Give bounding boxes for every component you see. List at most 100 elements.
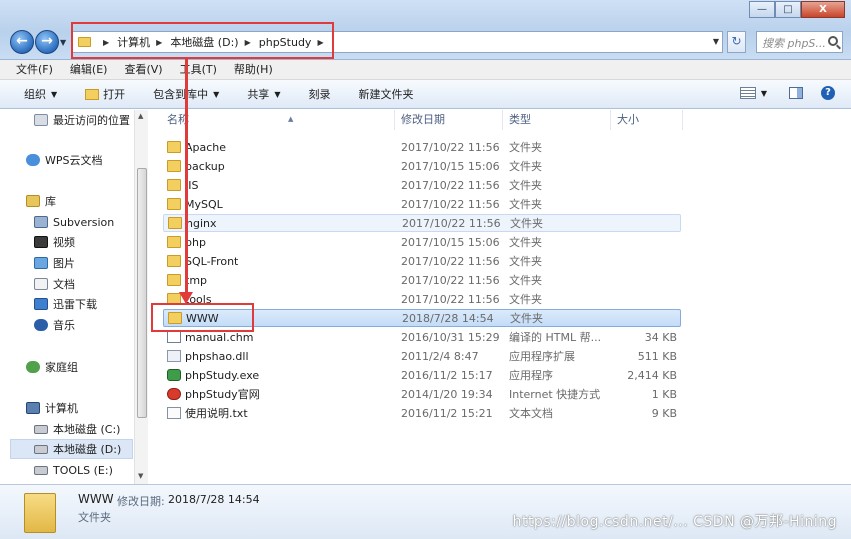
close-button[interactable]: X bbox=[801, 1, 845, 18]
sidebar-item-pictures[interactable]: 图片 bbox=[34, 253, 75, 273]
help-icon[interactable]: ? bbox=[821, 86, 835, 100]
nav-scrollbar[interactable]: ▲ ▼ bbox=[134, 110, 148, 484]
sidebar-item-music[interactable]: 音乐 bbox=[34, 315, 75, 335]
drive-icon bbox=[34, 424, 48, 434]
file-type: 文本文档 bbox=[509, 407, 553, 420]
sidebar-item-documents[interactable]: 文档 bbox=[34, 274, 75, 294]
open-button[interactable]: 打开 bbox=[85, 86, 125, 102]
maximize-button[interactable]: □ bbox=[775, 1, 801, 18]
file-row-phpstudy-website[interactable]: phpStudy官网 2014/1/20 19:34 Internet 快捷方式… bbox=[163, 385, 681, 403]
back-arrow-icon[interactable]: ← bbox=[10, 30, 34, 54]
file-date: 2017/10/22 11:56 bbox=[401, 254, 500, 268]
file-row-mysql[interactable]: MySQL 2017/10/22 11:56 文件夹 bbox=[163, 195, 681, 213]
column-header-size[interactable]: 大小 bbox=[611, 110, 683, 130]
file-name: phpStudy.exe bbox=[185, 368, 260, 382]
file-name: tmp bbox=[185, 273, 208, 287]
view-options-icon[interactable] bbox=[739, 87, 756, 99]
menu-bar: 文件(F) 编辑(E) 查看(V) 工具(T) 帮助(H) bbox=[0, 60, 851, 80]
forward-arrow-icon[interactable]: → bbox=[35, 30, 59, 54]
file-type: 文件夹 bbox=[509, 293, 542, 306]
file-name: php bbox=[185, 235, 206, 249]
column-header-date[interactable]: 修改日期 bbox=[395, 110, 503, 130]
file-name: backup bbox=[185, 159, 225, 173]
recent-pages-dropdown-icon[interactable]: ▼ bbox=[60, 38, 66, 47]
file-date: 2018/7/28 14:54 bbox=[402, 311, 494, 325]
details-type: 文件夹 bbox=[78, 511, 111, 524]
file-row-php[interactable]: php 2017/10/15 15:06 文件夹 bbox=[163, 233, 681, 251]
file-row-nginx[interactable]: nginx 2017/10/22 11:56 文件夹 bbox=[163, 214, 681, 232]
burn-button[interactable]: 刻录 bbox=[308, 86, 330, 102]
file-type: 文件夹 bbox=[509, 141, 542, 154]
file-date: 2016/11/2 15:21 bbox=[401, 406, 493, 420]
organize-button[interactable]: 组织 ▼ bbox=[24, 86, 57, 102]
search-input[interactable]: 搜索 phpS... bbox=[756, 31, 843, 53]
sidebar-item-drive-c[interactable]: 本地磁盘 (C:) bbox=[34, 419, 120, 439]
file-date: 2017/10/22 11:56 bbox=[402, 216, 501, 230]
sidebar-item-drive-e[interactable]: TOOLS (E:) bbox=[34, 460, 113, 480]
column-header-name[interactable]: 名称 ▲ bbox=[161, 110, 395, 130]
sidebar-item-recent[interactable]: 最近访问的位置 bbox=[34, 110, 130, 130]
folder-icon bbox=[167, 141, 181, 153]
search-placeholder: 搜索 phpS... bbox=[762, 37, 826, 50]
scroll-down-icon[interactable]: ▼ bbox=[138, 472, 143, 480]
refresh-icon[interactable]: ↻ bbox=[727, 31, 746, 53]
file-size: 511 KB bbox=[637, 349, 677, 363]
file-date: 2017/10/22 11:56 bbox=[401, 140, 500, 154]
file-row-phpstudy-exe[interactable]: phpStudy.exe 2016/11/2 15:17 应用程序 2,414 … bbox=[163, 366, 681, 384]
file-row-backup[interactable]: backup 2017/10/15 15:06 文件夹 bbox=[163, 157, 681, 175]
file-row-tmp[interactable]: tmp 2017/10/22 11:56 文件夹 bbox=[163, 271, 681, 289]
sidebar-item-library[interactable]: 库 bbox=[26, 191, 56, 211]
open-label: 打开 bbox=[103, 88, 126, 101]
column-header-type[interactable]: 类型 bbox=[503, 110, 611, 130]
burn-label: 刻录 bbox=[308, 88, 331, 101]
address-dropdown-icon[interactable]: ▼ bbox=[713, 37, 719, 46]
file-row-sql-front[interactable]: SQL-Front 2017/10/22 11:56 文件夹 bbox=[163, 252, 681, 270]
sidebar-item-homegroup[interactable]: 家庭组 bbox=[26, 357, 78, 377]
minimize-button[interactable]: — bbox=[749, 1, 775, 18]
menu-file[interactable]: 文件(F) bbox=[16, 60, 53, 79]
annotation-arrow-line bbox=[185, 59, 188, 295]
preview-pane-icon[interactable] bbox=[789, 87, 803, 99]
sidebar-item-label: 本地磁盘 (C:) bbox=[53, 423, 121, 436]
chevron-down-icon[interactable]: ▼ bbox=[761, 89, 767, 98]
sidebar-item-label: 音乐 bbox=[53, 319, 75, 332]
sidebar-item-computer[interactable]: 计算机 bbox=[26, 398, 78, 418]
scroll-up-icon[interactable]: ▲ bbox=[138, 112, 143, 120]
file-date: 2016/11/2 15:17 bbox=[401, 368, 493, 382]
scrollbar-thumb[interactable] bbox=[137, 168, 147, 418]
menu-edit[interactable]: 编辑(E) bbox=[70, 60, 108, 79]
folder-icon bbox=[167, 160, 181, 172]
chm-file-icon bbox=[167, 331, 181, 343]
menu-view[interactable]: 查看(V) bbox=[124, 60, 162, 79]
sidebar-item-wps-cloud[interactable]: WPS云文档 bbox=[26, 150, 103, 170]
file-row-apache[interactable]: Apache 2017/10/22 11:56 文件夹 bbox=[163, 138, 681, 156]
file-size: 1 KB bbox=[651, 387, 677, 401]
details-date-label: 修改日期: bbox=[117, 495, 165, 508]
file-type: 文件夹 bbox=[509, 236, 542, 249]
file-type: Internet 快捷方式 bbox=[509, 388, 601, 401]
file-date: 2017/10/22 11:56 bbox=[401, 292, 500, 306]
svn-icon bbox=[34, 216, 48, 228]
sidebar-item-subversion[interactable]: Subversion bbox=[34, 212, 114, 232]
details-pane: WWW 修改日期: 2018/7/28 14:54 文件夹 https://bl… bbox=[0, 484, 851, 539]
search-icon bbox=[828, 36, 838, 46]
sidebar-item-label: 图片 bbox=[53, 257, 75, 270]
folder-icon bbox=[167, 274, 181, 286]
chevron-down-icon: ▼ bbox=[213, 89, 220, 99]
sidebar-item-label: 文档 bbox=[53, 278, 75, 291]
txt-file-icon bbox=[167, 407, 181, 419]
share-button[interactable]: 共享 ▼ bbox=[247, 86, 280, 102]
include-label: 包含到库中 bbox=[153, 88, 209, 101]
sidebar-item-videos[interactable]: 视频 bbox=[34, 232, 75, 252]
file-row-readme-txt[interactable]: 使用说明.txt 2016/11/2 15:21 文本文档 9 KB bbox=[163, 404, 681, 422]
file-type: 文件夹 bbox=[510, 312, 543, 325]
new-folder-button[interactable]: 新建文件夹 bbox=[358, 86, 413, 102]
folder-icon bbox=[167, 236, 181, 248]
file-row-phpshao-dll[interactable]: phpshao.dll 2011/2/4 8:47 应用程序扩展 511 KB bbox=[163, 347, 681, 365]
sidebar-item-downloads[interactable]: 迅雷下载 bbox=[34, 294, 97, 314]
sidebar-item-drive-d[interactable]: 本地磁盘 (D:) bbox=[10, 439, 133, 459]
menu-help[interactable]: 帮助(H) bbox=[234, 60, 273, 79]
file-date: 2017/10/22 11:56 bbox=[401, 273, 500, 287]
file-name: SQL-Front bbox=[185, 254, 239, 268]
file-row-iis[interactable]: IIS 2017/10/22 11:56 文件夹 bbox=[163, 176, 681, 194]
